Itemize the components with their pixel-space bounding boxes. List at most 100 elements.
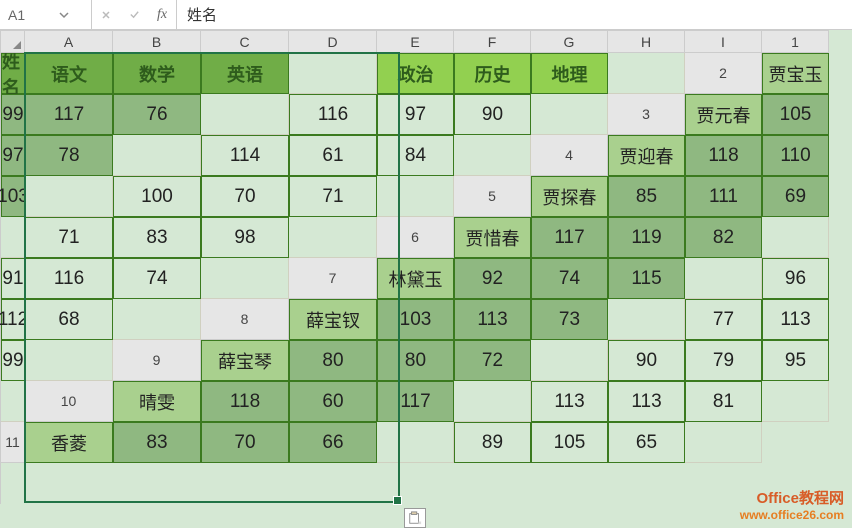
row-header-4[interactable]: 4 bbox=[531, 135, 608, 176]
cell-I3[interactable] bbox=[454, 135, 531, 176]
cell-I8[interactable] bbox=[25, 340, 113, 381]
cell-D2[interactable]: 76 bbox=[113, 94, 201, 135]
cell-E3[interactable] bbox=[113, 135, 201, 176]
cell-C6[interactable]: 119 bbox=[608, 217, 685, 258]
cell-E8[interactable] bbox=[608, 299, 685, 340]
cell-E4[interactable] bbox=[25, 176, 113, 217]
cell-E1[interactable] bbox=[289, 53, 377, 94]
cell-D6[interactable]: 82 bbox=[685, 217, 762, 258]
row-header-3[interactable]: 3 bbox=[608, 94, 685, 135]
cell-E9[interactable] bbox=[531, 340, 608, 381]
cell-F3[interactable]: 114 bbox=[201, 135, 289, 176]
row-header-8[interactable]: 8 bbox=[201, 299, 289, 340]
col-header-E[interactable]: E bbox=[377, 31, 454, 53]
col-header-A[interactable]: A bbox=[25, 31, 113, 53]
cell-F4[interactable]: 100 bbox=[113, 176, 201, 217]
cell-C10[interactable]: 60 bbox=[289, 381, 377, 422]
cell-F11[interactable]: 89 bbox=[454, 422, 531, 463]
cell-A2[interactable]: 贾宝玉 bbox=[762, 53, 829, 94]
cell-G6[interactable]: 116 bbox=[25, 258, 113, 299]
cell-I5[interactable] bbox=[289, 217, 377, 258]
cell-A8[interactable]: 薛宝钗 bbox=[289, 299, 377, 340]
cell-D9[interactable]: 72 bbox=[454, 340, 531, 381]
cell-D7[interactable]: 115 bbox=[608, 258, 685, 299]
formula-input[interactable]: 姓名 bbox=[177, 0, 852, 29]
cell-C3[interactable]: 97 bbox=[1, 135, 25, 176]
cell-D10[interactable]: 117 bbox=[377, 381, 454, 422]
cell-H8[interactable]: 99 bbox=[1, 340, 25, 381]
cell-E10[interactable] bbox=[454, 381, 531, 422]
cell-I4[interactable] bbox=[377, 176, 454, 217]
cell-H11[interactable]: 65 bbox=[608, 422, 685, 463]
cell-C4[interactable]: 110 bbox=[762, 135, 829, 176]
cell-H1[interactable]: 地理 bbox=[531, 53, 608, 94]
row-header-11[interactable]: 11 bbox=[1, 422, 25, 463]
cell-G7[interactable]: 112 bbox=[1, 299, 25, 340]
row-header-7[interactable]: 7 bbox=[289, 258, 377, 299]
cell-E5[interactable] bbox=[1, 217, 25, 258]
cell-F6[interactable]: 91 bbox=[1, 258, 25, 299]
cell-I10[interactable] bbox=[762, 381, 829, 422]
cell-I9[interactable] bbox=[1, 381, 25, 422]
row-header-6[interactable]: 6 bbox=[377, 217, 454, 258]
cell-G2[interactable]: 97 bbox=[377, 94, 454, 135]
cell-G1[interactable]: 历史 bbox=[454, 53, 531, 94]
cell-A9[interactable]: 薛宝琴 bbox=[201, 340, 289, 381]
cell-F2[interactable]: 116 bbox=[289, 94, 377, 135]
cell-C5[interactable]: 111 bbox=[685, 176, 762, 217]
col-header-C[interactable]: C bbox=[201, 31, 289, 53]
cell-G4[interactable]: 70 bbox=[201, 176, 289, 217]
cell-H4[interactable]: 71 bbox=[289, 176, 377, 217]
spreadsheet-grid[interactable]: ABCDEFGHI1姓名语文数学英语政治历史地理2贾宝玉991177611697… bbox=[0, 30, 852, 528]
cell-E11[interactable] bbox=[377, 422, 454, 463]
cell-B9[interactable]: 80 bbox=[289, 340, 377, 381]
fx-icon[interactable]: fx bbox=[148, 0, 176, 29]
row-header-2[interactable]: 2 bbox=[685, 53, 762, 94]
name-box[interactable]: A1 bbox=[0, 0, 92, 29]
cell-B7[interactable]: 92 bbox=[454, 258, 531, 299]
cell-F8[interactable]: 77 bbox=[685, 299, 762, 340]
cell-C7[interactable]: 74 bbox=[531, 258, 608, 299]
cell-A7[interactable]: 林黛玉 bbox=[377, 258, 454, 299]
cell-A4[interactable]: 贾迎春 bbox=[608, 135, 685, 176]
cell-H2[interactable]: 90 bbox=[454, 94, 531, 135]
cell-E7[interactable] bbox=[685, 258, 762, 299]
cell-A3[interactable]: 贾元春 bbox=[685, 94, 762, 135]
cell-B10[interactable]: 118 bbox=[201, 381, 289, 422]
paste-options-icon[interactable] bbox=[404, 508, 426, 528]
cell-B8[interactable]: 103 bbox=[377, 299, 454, 340]
cell-H5[interactable]: 98 bbox=[201, 217, 289, 258]
row-header-10[interactable]: 10 bbox=[25, 381, 113, 422]
cell-A10[interactable]: 晴雯 bbox=[113, 381, 201, 422]
cell-B5[interactable]: 85 bbox=[608, 176, 685, 217]
cell-H3[interactable]: 84 bbox=[377, 135, 454, 176]
col-header-H[interactable]: H bbox=[608, 31, 685, 53]
cell-A6[interactable]: 贾惜春 bbox=[454, 217, 531, 258]
cell-D1[interactable]: 英语 bbox=[201, 53, 289, 94]
row-header-1[interactable]: 1 bbox=[762, 31, 829, 53]
col-header-F[interactable]: F bbox=[454, 31, 531, 53]
cell-B2[interactable]: 99 bbox=[1, 94, 25, 135]
cell-C1[interactable]: 数学 bbox=[113, 53, 201, 94]
cell-C9[interactable]: 80 bbox=[377, 340, 454, 381]
col-header-B[interactable]: B bbox=[113, 31, 201, 53]
cell-C8[interactable]: 113 bbox=[454, 299, 531, 340]
cell-C2[interactable]: 117 bbox=[25, 94, 113, 135]
cell-I7[interactable] bbox=[113, 299, 201, 340]
cell-G5[interactable]: 83 bbox=[113, 217, 201, 258]
cell-D11[interactable]: 66 bbox=[289, 422, 377, 463]
cell-B1[interactable]: 语文 bbox=[25, 53, 113, 94]
cell-H9[interactable]: 95 bbox=[762, 340, 829, 381]
cell-H10[interactable]: 81 bbox=[685, 381, 762, 422]
chevron-down-icon[interactable] bbox=[46, 6, 84, 24]
cell-F7[interactable]: 96 bbox=[762, 258, 829, 299]
cell-G11[interactable]: 105 bbox=[531, 422, 608, 463]
cell-H6[interactable]: 74 bbox=[113, 258, 201, 299]
cell-A5[interactable]: 贾探春 bbox=[531, 176, 608, 217]
cell-A11[interactable]: 香菱 bbox=[25, 422, 113, 463]
cell-B11[interactable]: 83 bbox=[113, 422, 201, 463]
cell-B4[interactable]: 118 bbox=[685, 135, 762, 176]
select-all-corner[interactable] bbox=[1, 31, 25, 53]
cell-F1[interactable]: 政治 bbox=[377, 53, 454, 94]
cell-D4[interactable]: 103 bbox=[1, 176, 25, 217]
